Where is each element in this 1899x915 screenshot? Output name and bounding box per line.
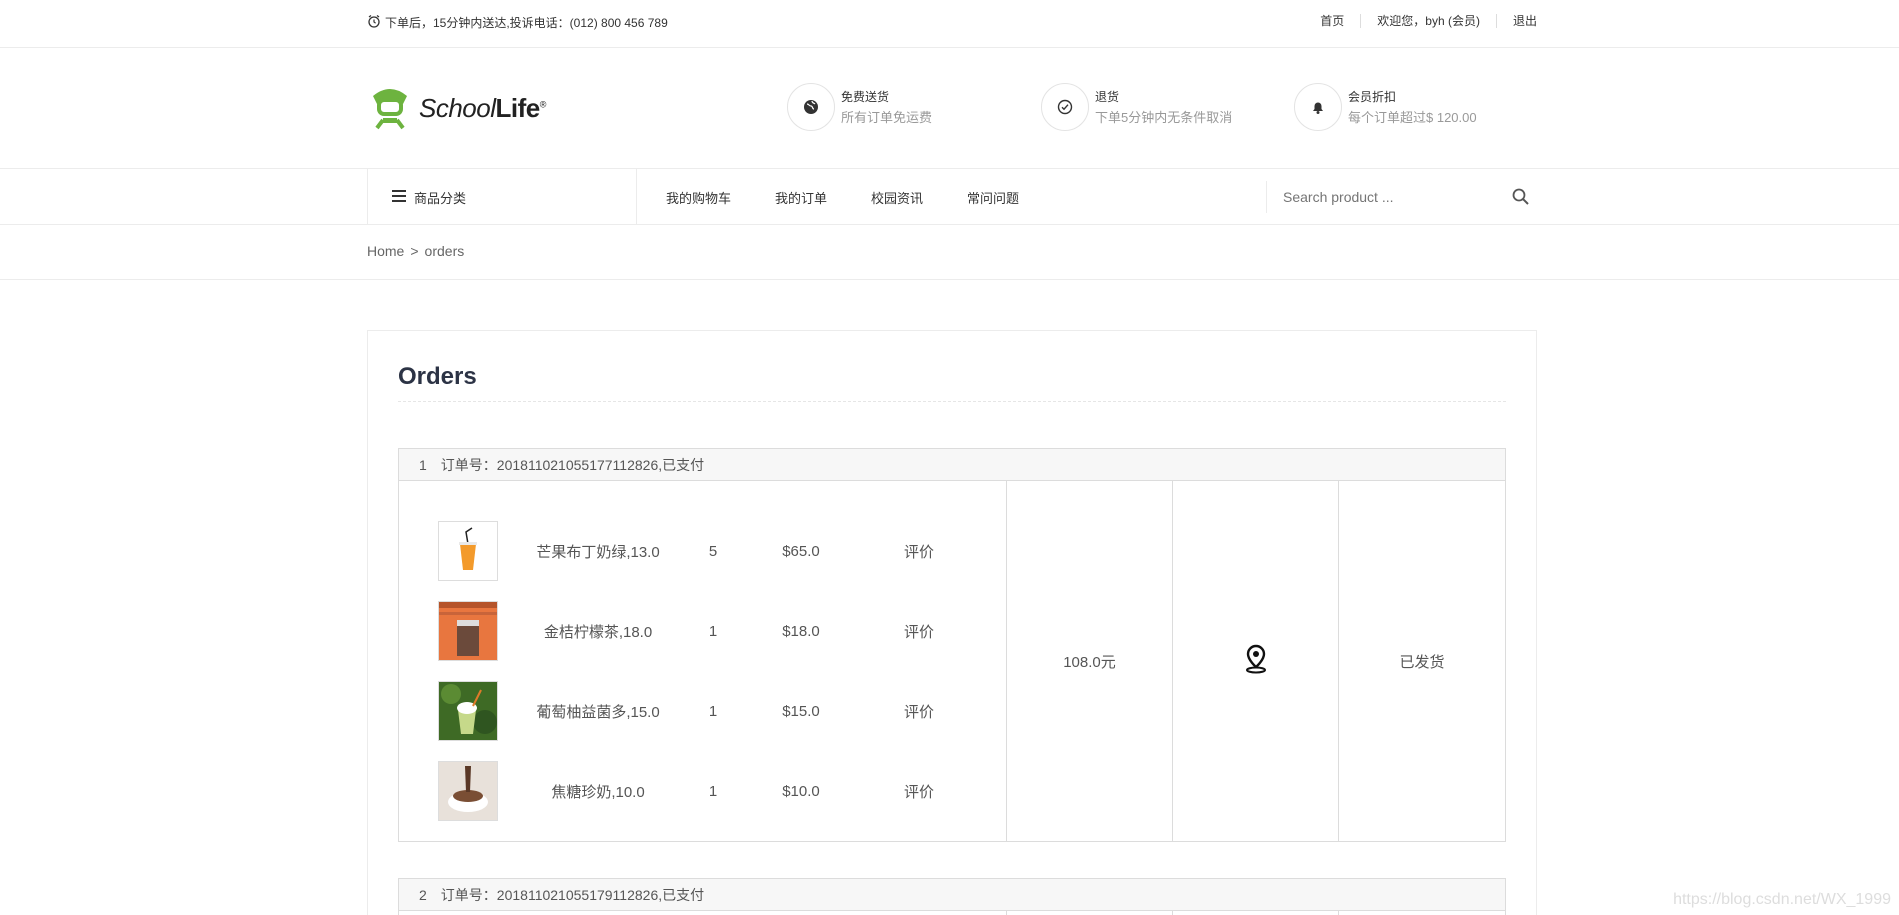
product-thumbnail[interactable] (438, 601, 498, 661)
order-item: 焦糖珍奶,10.0 1 $10.0 评价 (399, 751, 1006, 831)
divider (398, 401, 1506, 402)
category-label: 商品分类 (414, 190, 467, 206)
order-index: 1 (419, 456, 427, 473)
product-name: 金桔柠檬茶,18.0 (543, 623, 653, 641)
orders-panel: Orders 1 订单号：201811021055177112826,已支付 芒… (367, 330, 1537, 915)
check-circle-icon (1041, 83, 1089, 131)
product-quantity: 1 (708, 622, 718, 640)
nav-menu: 我的购物车 我的订单 校园资讯 常问问题 (666, 169, 1019, 225)
review-link[interactable]: 评价 (874, 621, 964, 642)
product-name: 葡萄柚益菌多,15.0 (536, 703, 660, 721)
product-quantity: 1 (708, 702, 718, 720)
top-links: 首页 欢迎您，byh (会员) 退出 (1304, 12, 1537, 29)
nav-item-cart[interactable]: 我的购物车 (666, 188, 731, 207)
nav-item-news[interactable]: 校园资讯 (871, 188, 923, 207)
product-thumbnail[interactable] (438, 761, 498, 821)
main-nav: 商品分类 我的购物车 我的订单 校园资讯 常问问题 (0, 169, 1899, 225)
breadcrumb-separator: > (410, 243, 419, 259)
search-box (1266, 181, 1537, 213)
product-price: $65.0 (782, 542, 820, 560)
order-body (398, 911, 1506, 915)
breadcrumb-home[interactable]: Home (367, 243, 404, 259)
order-item: 葡萄柚益菌多,15.0 1 $15.0 评价 (399, 671, 1006, 751)
order-header: 2 订单号：201811021055179112826,已支付 (398, 878, 1506, 911)
welcome-user-link[interactable]: 欢迎您，byh (会员) (1361, 12, 1496, 29)
site-header: SchoolLife® 免费送货 所有订单免运费 退货 下单5分钟内无条件取消 … (0, 48, 1899, 169)
feature-member-discount: 会员折扣 每个订单超过$ 120.00 (1294, 83, 1477, 131)
search-input[interactable] (1283, 189, 1493, 205)
product-quantity: 1 (708, 782, 718, 800)
feature-title: 会员折扣 (1348, 90, 1397, 104)
breadcrumb: Home > orders (367, 243, 464, 259)
order-item: 金桔柠檬茶,18.0 1 $18.0 评价 (399, 591, 1006, 671)
alarm-clock-icon (367, 14, 381, 31)
feature-return: 退货 下单5分钟内无条件取消 (1041, 83, 1232, 131)
delivery-notice: 下单后，15分钟内送达,投诉电话：(012) 800 456 789 (367, 14, 668, 31)
watermark: https://blog.csdn.net/WX_1999 (1673, 891, 1891, 908)
order-number: 订单号：201811021055177112826,已支付 (440, 456, 705, 473)
order-items (399, 911, 1007, 915)
order-header: 1 订单号：201811021055177112826,已支付 (398, 448, 1506, 481)
product-thumbnail[interactable] (438, 681, 498, 741)
globe-icon (787, 83, 835, 131)
breadcrumb-bar: Home > orders (0, 225, 1899, 280)
site-logo[interactable]: SchoolLife® (367, 82, 546, 135)
product-quantity: 5 (708, 542, 718, 560)
review-link[interactable]: 评价 (874, 541, 964, 562)
review-link[interactable]: 评价 (874, 781, 964, 802)
bell-icon (1294, 83, 1342, 131)
order-total (1007, 911, 1173, 915)
product-price: $10.0 (782, 782, 820, 800)
feature-title: 退货 (1095, 90, 1120, 104)
order-body: 芒果布丁奶绿,13.0 5 $65.0 评价 金桔柠檬茶,18.0 1 $18.… (398, 481, 1506, 842)
category-menu-button[interactable]: 商品分类 (367, 169, 637, 225)
product-price: $18.0 (782, 622, 820, 640)
page-title: Orders (398, 363, 477, 390)
order-status (1339, 911, 1505, 915)
hamburger-icon (392, 189, 406, 205)
product-name: 芒果布丁奶绿,13.0 (536, 543, 660, 561)
logout-link[interactable]: 退出 (1497, 12, 1537, 29)
robot-logo-icon (367, 82, 413, 135)
search-icon[interactable] (1511, 187, 1531, 212)
logo-wordmark: SchoolLife® (419, 93, 546, 123)
nav-item-orders[interactable]: 我的订单 (775, 188, 827, 207)
order-item: 芒果布丁奶绿,13.0 5 $65.0 评价 (399, 511, 1006, 591)
order-location (1173, 911, 1339, 915)
review-link[interactable]: 评价 (874, 701, 964, 722)
map-pin-icon[interactable] (1244, 644, 1268, 678)
order-status: 已发货 (1399, 653, 1445, 671)
order-items: 芒果布丁奶绿,13.0 5 $65.0 评价 金桔柠檬茶,18.0 1 $18.… (399, 481, 1007, 841)
home-link[interactable]: 首页 (1304, 12, 1360, 29)
feature-desc: 所有订单免运费 (841, 110, 933, 125)
product-price: $15.0 (782, 702, 820, 720)
feature-desc: 下单5分钟内无条件取消 (1095, 110, 1233, 125)
feature-desc: 每个订单超过$ 120.00 (1348, 110, 1477, 125)
order-total: 108.0元 (1007, 481, 1173, 841)
feature-title: 免费送货 (841, 90, 890, 104)
order-location (1173, 481, 1339, 841)
top-bar: 下单后，15分钟内送达,投诉电话：(012) 800 456 789 首页 欢迎… (0, 0, 1899, 48)
order-index: 2 (419, 886, 427, 903)
nav-item-faq[interactable]: 常问问题 (967, 188, 1019, 207)
notice-text: 下单后，15分钟内送达,投诉电话：(012) 800 456 789 (385, 16, 668, 30)
breadcrumb-current: orders (424, 243, 465, 259)
order-number: 订单号：201811021055179112826,已支付 (440, 886, 705, 903)
feature-free-shipping: 免费送货 所有订单免运费 (787, 83, 932, 131)
product-name: 焦糖珍奶,10.0 (551, 783, 645, 801)
product-thumbnail[interactable] (438, 521, 498, 581)
